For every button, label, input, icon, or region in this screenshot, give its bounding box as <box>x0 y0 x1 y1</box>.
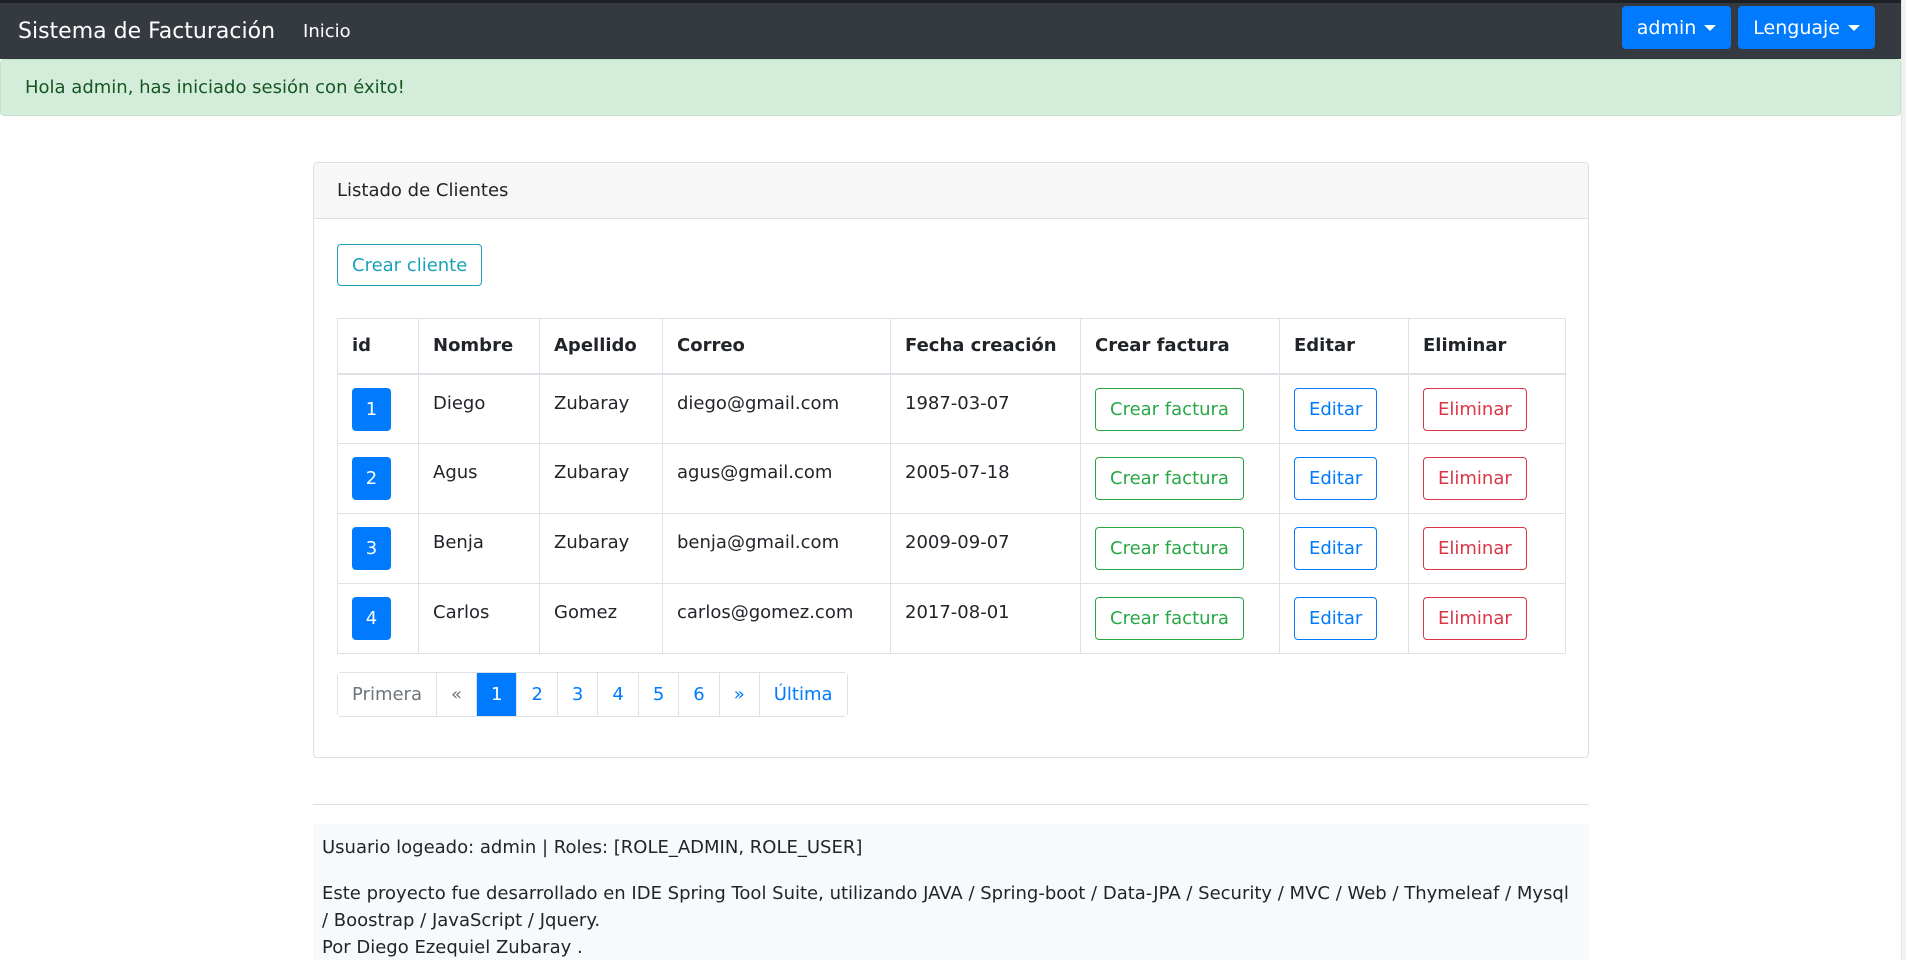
page-2[interactable]: 2 <box>517 673 558 716</box>
create-invoice-button[interactable]: Crear factura <box>1095 457 1244 500</box>
page-5[interactable]: 5 <box>638 673 680 716</box>
cell-delete: Eliminar <box>1408 443 1566 514</box>
create-invoice-button[interactable]: Crear factura <box>1095 597 1244 640</box>
language-menu-label: Lenguaje <box>1753 16 1840 39</box>
header-eliminar: Eliminar <box>1408 318 1566 375</box>
header-crear-factura: Crear factura <box>1080 318 1280 375</box>
cell-edit: Editar <box>1279 373 1409 444</box>
delete-button[interactable]: Eliminar <box>1423 527 1527 570</box>
pagination: Primera « 1 2 3 4 5 6 » Última <box>337 672 848 717</box>
cell-invoice: Crear factura <box>1080 373 1280 444</box>
table-row: 1 Diego Zubaray diego@gmail.com 1987-03-… <box>337 373 1566 444</box>
cell-invoice: Crear factura <box>1080 513 1280 584</box>
navbar: Sistema de Facturación Inicio admin Leng… <box>0 0 1901 59</box>
header-fecha: Fecha creación <box>890 318 1081 375</box>
table-header-row: id Nombre Apellido Correo Fecha creación… <box>337 318 1566 375</box>
cell-invoice: Crear factura <box>1080 583 1280 654</box>
card-title: Listado de Clientes <box>337 180 509 201</box>
caret-down-icon <box>1848 24 1860 31</box>
footer: Usuario logeado: admin | Roles: [ROLE_AD… <box>313 824 1589 960</box>
edit-button[interactable]: Editar <box>1294 387 1378 431</box>
header-correo: Correo <box>662 318 891 375</box>
cell-apellido: Zubaray <box>539 443 663 514</box>
footer-divider <box>313 804 1589 805</box>
cell-apellido: Gomez <box>539 583 663 654</box>
cell-correo: benja@gmail.com <box>662 513 891 584</box>
cell-nombre: Diego <box>418 373 540 444</box>
page-1[interactable]: 1 <box>477 673 518 716</box>
cell-fecha: 1987-03-07 <box>890 373 1081 444</box>
cell-delete: Eliminar <box>1408 583 1566 654</box>
page-first: Primera <box>338 673 437 716</box>
cell-nombre: Benja <box>418 513 540 584</box>
cell-correo: agus@gmail.com <box>662 443 891 514</box>
table-row: 4 Carlos Gomez carlos@gomez.com 2017-08-… <box>337 583 1566 654</box>
navbar-right: admin Lenguaje <box>1621 6 1875 49</box>
navbar-brand[interactable]: Sistema de Facturación <box>18 19 275 44</box>
cell-id: 2 <box>337 443 419 514</box>
delete-button[interactable]: Eliminar <box>1423 387 1527 431</box>
header-editar: Editar <box>1279 318 1409 375</box>
edit-button[interactable]: Editar <box>1294 597 1378 640</box>
clients-table: id Nombre Apellido Correo Fecha creación… <box>337 318 1566 654</box>
cell-correo: diego@gmail.com <box>662 373 891 444</box>
create-invoice-button[interactable]: Crear factura <box>1095 527 1244 570</box>
alert-message: Hola admin, has iniciado sesión con éxit… <box>25 77 405 98</box>
page-4[interactable]: 4 <box>598 673 639 716</box>
cell-edit: Editar <box>1279 443 1409 514</box>
delete-button[interactable]: Eliminar <box>1423 457 1527 500</box>
nav-link-home[interactable]: Inicio <box>303 21 351 42</box>
client-detail-button[interactable]: 3 <box>352 527 391 570</box>
page-last[interactable]: Última <box>759 673 847 716</box>
cell-apellido: Zubaray <box>539 513 663 584</box>
page-next[interactable]: » <box>719 673 760 716</box>
caret-down-icon <box>1704 24 1717 31</box>
page-scrollbar[interactable] <box>1901 0 1906 960</box>
cell-id: 3 <box>337 513 419 584</box>
cell-nombre: Agus <box>418 443 540 514</box>
client-detail-button[interactable]: 4 <box>352 597 391 640</box>
cell-correo: carlos@gomez.com <box>662 583 891 654</box>
create-invoice-button[interactable]: Crear factura <box>1095 387 1244 431</box>
client-detail-button[interactable]: 2 <box>352 457 391 500</box>
cell-delete: Eliminar <box>1408 513 1566 584</box>
header-id: id <box>337 318 419 375</box>
cell-fecha: 2005-07-18 <box>890 443 1081 514</box>
user-menu-button[interactable]: admin <box>1621 6 1732 49</box>
page-3[interactable]: 3 <box>557 673 599 716</box>
header-apellido: Apellido <box>539 318 663 375</box>
client-detail-button[interactable]: 1 <box>352 387 391 431</box>
cell-apellido: Zubaray <box>539 373 663 444</box>
edit-button[interactable]: Editar <box>1294 457 1378 500</box>
footer-author: Por Diego Ezequiel Zubaray . <box>322 937 583 958</box>
footer-description: Este proyecto fue desarrollado en IDE Sp… <box>322 883 1569 931</box>
page: Sistema de Facturación Inicio admin Leng… <box>0 0 1906 960</box>
cell-invoice: Crear factura <box>1080 443 1280 514</box>
language-menu-button[interactable]: Lenguaje <box>1738 6 1875 49</box>
cell-delete: Eliminar <box>1408 373 1566 444</box>
delete-button[interactable]: Eliminar <box>1423 597 1527 640</box>
page-prev: « <box>436 673 477 716</box>
table-row: 2 Agus Zubaray agus@gmail.com 2005-07-18… <box>337 443 1566 514</box>
edit-button[interactable]: Editar <box>1294 527 1378 570</box>
cell-id: 1 <box>337 373 419 444</box>
cell-fecha: 2017-08-01 <box>890 583 1081 654</box>
create-client-button[interactable]: Crear cliente <box>337 244 483 286</box>
clients-card: Listado de Clientes Crear cliente id Nom… <box>313 162 1589 758</box>
page-6[interactable]: 6 <box>679 673 720 716</box>
cell-edit: Editar <box>1279 583 1409 654</box>
header-nombre: Nombre <box>418 318 540 375</box>
footer-user-info: Usuario logeado: admin | Roles: [ROLE_AD… <box>322 837 863 858</box>
cell-id: 4 <box>337 583 419 654</box>
user-menu-label: admin <box>1636 16 1697 39</box>
cell-fecha: 2009-09-07 <box>890 513 1081 584</box>
cell-edit: Editar <box>1279 513 1409 584</box>
table-row: 3 Benja Zubaray benja@gmail.com 2009-09-… <box>337 513 1566 584</box>
cell-nombre: Carlos <box>418 583 540 654</box>
success-alert: Hola admin, has iniciado sesión con éxit… <box>0 59 1901 116</box>
card-header: Listado de Clientes <box>314 163 1588 219</box>
footer-spacer <box>322 861 1580 880</box>
